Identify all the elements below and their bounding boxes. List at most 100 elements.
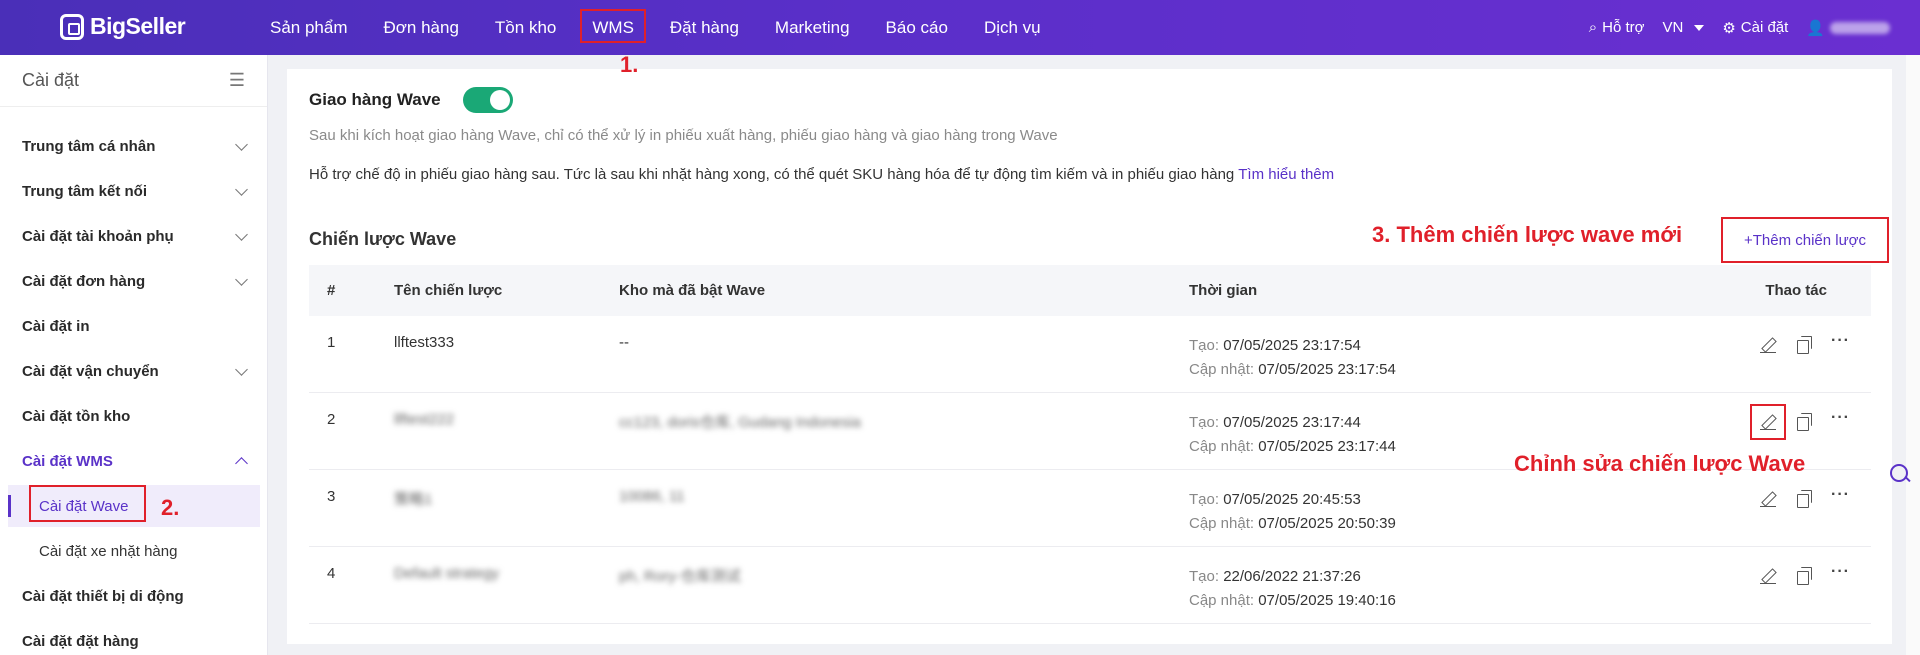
wave-print-description: Hỗ trợ chế độ in phiếu giao hàng sau. Tứ… <box>309 166 1334 183</box>
row-number: 1 <box>327 334 336 351</box>
help-link[interactable]: ⌕ Hỗ trợ <box>1589 19 1645 36</box>
sidebar-header: Cài đặt ☰ <box>0 55 267 107</box>
row-number: 2 <box>327 411 336 428</box>
created-label: Tạo: <box>1189 491 1220 508</box>
nav-products[interactable]: Sản phẩm <box>252 0 366 55</box>
updated-value: 07/05/2025 20:50:39 <box>1258 515 1396 532</box>
row-strategy-name: Default strategy <box>394 565 500 582</box>
edit-icon[interactable] <box>1759 567 1777 585</box>
logo-icon <box>60 13 84 40</box>
col-strategy-name: Tên chiến lược <box>394 282 503 299</box>
sidebar-item-label: Cài đặt WMS <box>22 452 113 470</box>
language-selector[interactable]: VN <box>1662 19 1705 36</box>
updated-label: Cập nhật: <box>1189 515 1255 532</box>
wave-description: Sau khi kích hoạt giao hàng Wave, chỉ có… <box>309 127 1058 144</box>
collapse-menu-icon[interactable]: ☰ <box>229 70 245 91</box>
row-actions: ··· <box>1719 316 1871 354</box>
wave-shipping-label: Giao hàng Wave <box>309 90 441 109</box>
row-time: Tạo: 07/05/2025 23:17:44 Cập nhật: 07/05… <box>1189 393 1719 459</box>
settings-sidebar: Cài đặt ☰ Trung tâm cá nhân Trung tâm kế… <box>0 55 268 655</box>
more-icon[interactable]: ··· <box>1831 410 1849 431</box>
sidebar-item-mobile-devices[interactable]: Cài đặt thiết bị di động <box>0 575 268 617</box>
sidebar-item-label: Cài đặt đặt hàng <box>22 632 139 650</box>
nav-reports[interactable]: Báo cáo <box>868 0 966 55</box>
page-scrollbar[interactable] <box>1906 55 1920 655</box>
nav-inventory[interactable]: Tồn kho <box>477 0 574 55</box>
wave-print-description-text: Hỗ trợ chế độ in phiếu giao hàng sau. Tứ… <box>309 166 1235 183</box>
annotation-box-wave-settings <box>29 485 146 522</box>
updated-label: Cập nhật: <box>1189 438 1255 455</box>
settings-label: Cài đặt <box>1740 19 1789 36</box>
created-label: Tạo: <box>1189 337 1220 354</box>
learn-more-link[interactable]: Tìm hiểu thêm <box>1238 166 1334 183</box>
updated-value: 07/05/2025 19:40:16 <box>1258 592 1396 609</box>
sidebar-item-sub-accounts[interactable]: Cài đặt tài khoản phụ <box>0 215 268 257</box>
row-time: Tạo: 07/05/2025 23:17:54 Cập nhật: 07/05… <box>1189 316 1719 382</box>
sidebar-item-inventory-settings[interactable]: Cài đặt tồn kho <box>0 395 268 437</box>
row-warehouse: 10086, 11 <box>619 488 685 505</box>
more-icon[interactable]: ··· <box>1831 333 1849 354</box>
edit-icon[interactable] <box>1759 490 1777 508</box>
chevron-up-icon <box>235 456 248 470</box>
col-time: Thời gian <box>1189 282 1258 299</box>
annotation-step-2: 2. <box>161 495 180 520</box>
table-row: 1 llftest333 -- Tạo: 07/05/2025 23:17:54… <box>309 316 1871 393</box>
nav-orders[interactable]: Đơn hàng <box>366 0 477 55</box>
updated-value: 07/05/2025 23:17:54 <box>1258 361 1396 378</box>
sidebar-subitem-picking-cart[interactable]: Cài đặt xe nhặt hàng <box>8 530 260 572</box>
wave-shipping-switch[interactable] <box>462 87 513 113</box>
row-actions: ··· <box>1719 547 1871 585</box>
annotation-step-3: 3. Thêm chiến lược wave mới <box>1372 222 1683 247</box>
updated-label: Cập nhật: <box>1189 592 1255 609</box>
main-nav: Sản phẩm Đơn hàng Tồn kho WMS Đặt hàng M… <box>252 0 1059 55</box>
sidebar-item-label: Trung tâm cá nhân <box>22 137 156 155</box>
settings-link[interactable]: ⚙ Cài đặt <box>1722 19 1788 37</box>
wave-shipping-toggle-row: Giao hàng Wave <box>309 87 513 113</box>
row-warehouse: -- <box>619 334 629 351</box>
caret-down-icon <box>1694 24 1705 31</box>
created-value: 07/05/2025 20:45:53 <box>1223 491 1361 508</box>
copy-icon[interactable] <box>1795 336 1813 354</box>
edit-icon[interactable] <box>1750 404 1786 440</box>
col-warehouse: Kho mà đã bật Wave <box>619 282 766 299</box>
sidebar-item-connection-center[interactable]: Trung tâm kết nối <box>0 170 268 212</box>
bigseller-logo[interactable]: BigSeller <box>60 13 186 40</box>
sidebar-item-print-settings[interactable]: Cài đặt in <box>0 305 268 347</box>
more-icon[interactable]: ··· <box>1831 487 1849 508</box>
copy-icon[interactable] <box>1795 413 1813 431</box>
row-time: Tạo: 07/05/2025 20:45:53 Cập nhật: 07/05… <box>1189 470 1719 536</box>
copy-icon[interactable] <box>1795 567 1813 585</box>
add-strategy-button[interactable]: +Thêm chiến lược <box>1721 217 1889 263</box>
chevron-down-icon <box>235 182 248 196</box>
created-value: 07/05/2025 23:17:44 <box>1223 414 1361 431</box>
main-content-card: Giao hàng Wave Sau khi kích hoạt giao hà… <box>287 69 1892 644</box>
col-actions: Thao tác <box>1765 282 1827 299</box>
nav-marketing[interactable]: Marketing <box>757 0 868 55</box>
annotation-edit-strategy: Chỉnh sửa chiến lược Wave <box>1514 451 1806 476</box>
chevron-down-icon <box>235 272 248 286</box>
nav-wms[interactable]: WMS <box>574 0 652 55</box>
row-time: Tạo: 22/06/2022 21:37:26 Cập nhật: 07/05… <box>1189 547 1719 613</box>
row-strategy-name: llftest222 <box>394 411 455 428</box>
user-menu[interactable]: 👤 <box>1806 19 1890 37</box>
updated-value: 07/05/2025 23:17:44 <box>1258 438 1396 455</box>
wave-strategy-title: Chiến lược Wave <box>309 229 457 249</box>
table-row: 4 Default strategy ph, Rory-仓库测试 Tạo: 22… <box>309 547 1871 624</box>
chevron-down-icon <box>235 227 248 241</box>
floating-search-icon[interactable] <box>1888 462 1912 486</box>
table-row: 3 策略1 10086, 11 Tạo: 07/05/2025 20:45:53… <box>309 470 1871 547</box>
sidebar-item-wms-settings[interactable]: Cài đặt WMS <box>0 440 268 482</box>
created-value: 22/06/2022 21:37:26 <box>1223 568 1361 585</box>
copy-icon[interactable] <box>1795 490 1813 508</box>
sidebar-subitem-label: Cài đặt xe nhặt hàng <box>39 542 178 560</box>
nav-services[interactable]: Dịch vụ <box>966 0 1059 55</box>
nav-purchase[interactable]: Đặt hàng <box>652 0 757 55</box>
edit-icon[interactable] <box>1759 336 1777 354</box>
logo-text: BigSeller <box>90 13 186 39</box>
more-icon[interactable]: ··· <box>1831 564 1849 585</box>
sidebar-item-purchase-settings[interactable]: Cài đặt đặt hàng <box>0 620 268 655</box>
sidebar-item-personal-center[interactable]: Trung tâm cá nhân <box>0 125 268 167</box>
user-name-blurred <box>1830 21 1890 34</box>
sidebar-item-order-settings[interactable]: Cài đặt đơn hàng <box>0 260 268 302</box>
sidebar-item-shipping-settings[interactable]: Cài đặt vận chuyển <box>0 350 268 392</box>
